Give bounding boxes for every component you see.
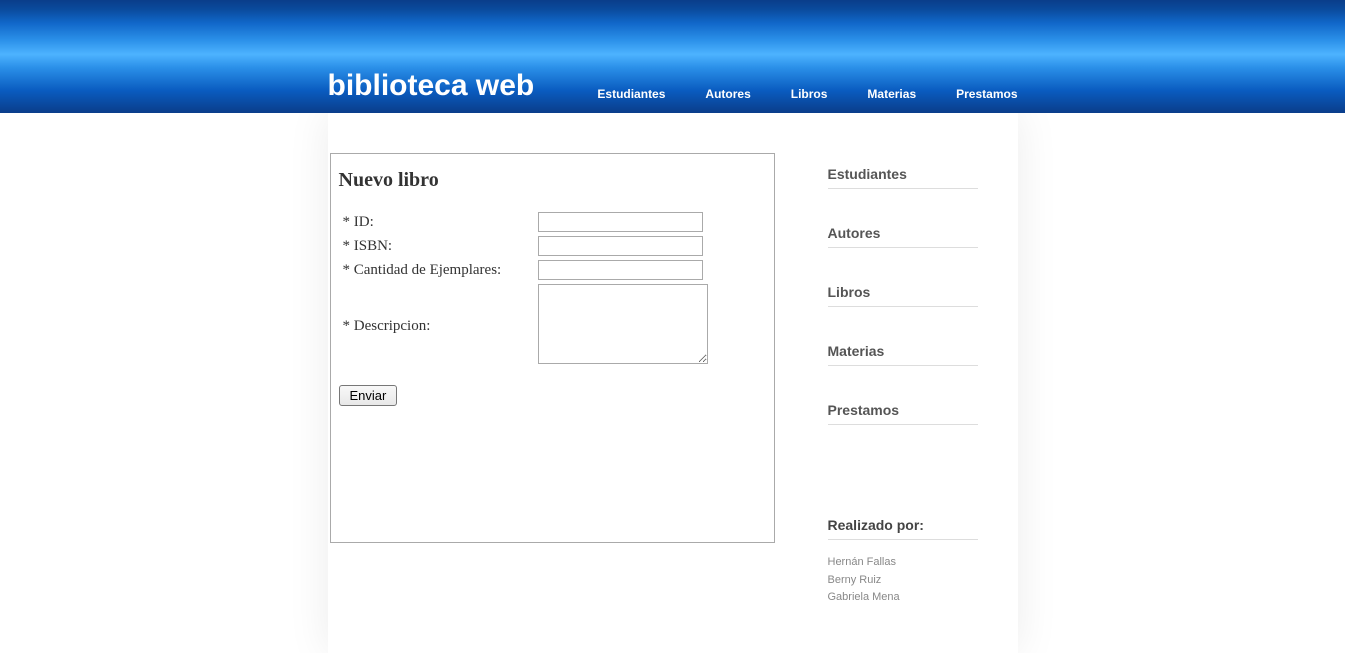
input-qty[interactable]	[538, 260, 703, 280]
submit-button[interactable]: Enviar	[339, 385, 398, 406]
nav-materias[interactable]: Materias	[867, 87, 916, 101]
top-nav: Estudiantes Autores Libros Materias Pres…	[597, 87, 1017, 101]
credit-person-1: Hernán Fallas	[828, 554, 978, 572]
form-frame: Nuevo libro * ID: * ISBN: * Cantidad de …	[330, 153, 775, 543]
nav-libros[interactable]: Libros	[791, 87, 828, 101]
nav-prestamos[interactable]: Prestamos	[956, 87, 1017, 101]
side-nav: Estudiantes Autores Libros Materias Pres…	[828, 158, 978, 425]
label-id: * ID:	[339, 210, 534, 234]
label-desc: * Descripcion:	[339, 282, 534, 371]
form-heading: Nuevo libro	[339, 169, 766, 192]
label-qty: * Cantidad de Ejemplares:	[339, 258, 534, 282]
nav-autores[interactable]: Autores	[705, 87, 750, 101]
sidenav-materias[interactable]: Materias	[828, 335, 978, 366]
sidenav-autores[interactable]: Autores	[828, 217, 978, 248]
label-isbn: * ISBN:	[339, 234, 534, 258]
sidenav-prestamos[interactable]: Prestamos	[828, 394, 978, 425]
textarea-desc[interactable]	[538, 284, 708, 364]
input-isbn[interactable]	[538, 236, 703, 256]
credits-title: Realizado por:	[828, 517, 978, 540]
credit-person-2: Berny Ruiz	[828, 572, 978, 590]
sidenav-estudiantes[interactable]: Estudiantes	[828, 158, 978, 189]
header-banner: biblioteca web Estudiantes Autores Libro…	[0, 0, 1345, 113]
site-title: biblioteca web	[328, 69, 535, 103]
credit-person-3: Gabriela Mena	[828, 589, 978, 607]
sidenav-libros[interactable]: Libros	[828, 276, 978, 307]
input-id[interactable]	[538, 212, 703, 232]
nav-estudiantes[interactable]: Estudiantes	[597, 87, 665, 101]
